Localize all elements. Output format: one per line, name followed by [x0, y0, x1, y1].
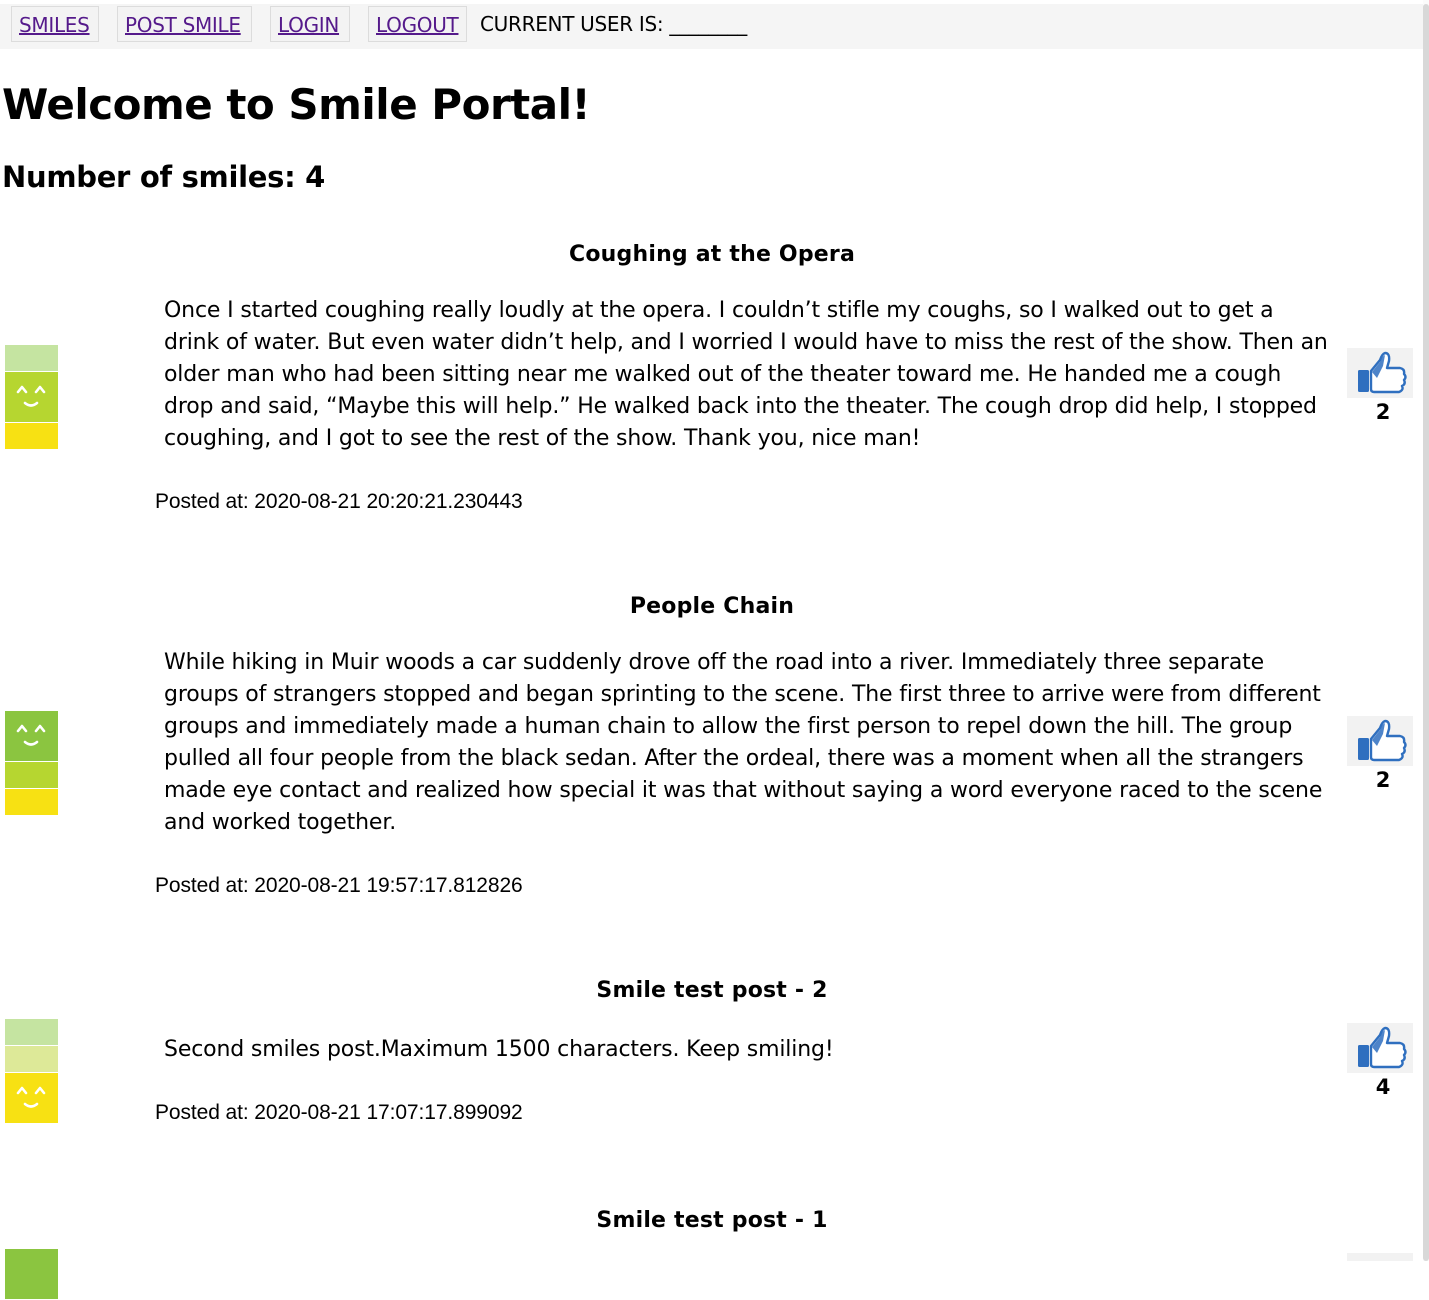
- mood-level-middle: [5, 1046, 58, 1072]
- vertical-scrollbar[interactable]: [1423, 0, 1429, 1261]
- like-button[interactable]: [1347, 1253, 1413, 1261]
- post-timestamp: Posted at: 2020-08-21 17:07:17.899092: [155, 1101, 523, 1124]
- mood-meter: [5, 345, 58, 450]
- nav-link-logout[interactable]: LOGOUT: [368, 6, 467, 42]
- like-widget: 4: [1347, 1023, 1413, 1099]
- scrollbar-thumb[interactable]: [1423, 4, 1429, 1261]
- like-button[interactable]: [1347, 716, 1413, 766]
- like-button[interactable]: [1347, 348, 1413, 398]
- mood-level-top: [5, 345, 58, 371]
- thumbs-up-icon: [1347, 348, 1413, 398]
- like-widget: [1347, 1253, 1413, 1261]
- like-count: 2: [1375, 768, 1391, 792]
- mood-level-top: [5, 711, 58, 761]
- nav-link-smiles[interactable]: SMILES: [11, 6, 99, 42]
- post-title: Smile test post - 2: [596, 978, 828, 1003]
- thumbs-up-icon: [1347, 716, 1413, 766]
- mood-level-bottom: [5, 789, 58, 815]
- thumbs-up-icon: [1347, 1023, 1413, 1073]
- post-title: Smile test post - 1: [596, 1208, 828, 1233]
- post-body: Second smiles post.Maximum 1500 characte…: [164, 1037, 834, 1062]
- mood-level-top: [5, 1249, 58, 1299]
- smiley-face-icon: [5, 372, 58, 422]
- page-title: Welcome to Smile Portal!: [2, 80, 591, 129]
- mood-meter: [5, 1019, 58, 1124]
- mood-level-bottom: [5, 1073, 58, 1123]
- post-body: Once I started coughing really loudly at…: [164, 298, 1328, 451]
- like-widget: 2: [1347, 348, 1413, 424]
- like-button[interactable]: [1347, 1023, 1413, 1073]
- smiles-count: Number of smiles: 4: [2, 160, 326, 194]
- mood-meter: [5, 1249, 58, 1300]
- nav-link-post-smile[interactable]: POST SMILE: [117, 6, 252, 42]
- post-title: People Chain: [629, 594, 795, 619]
- nav-link-login[interactable]: LOGIN: [270, 6, 350, 42]
- mood-level-top: [5, 1019, 58, 1045]
- mood-meter: [5, 711, 58, 816]
- post-timestamp: Posted at: 2020-08-21 20:20:21.230443: [155, 490, 523, 513]
- smiley-face-icon: [5, 1073, 58, 1123]
- mood-level-bottom: [5, 423, 58, 449]
- like-count: 2: [1375, 400, 1391, 424]
- mood-level-middle: [5, 762, 58, 788]
- mood-level-middle: [5, 372, 58, 422]
- post-timestamp: Posted at: 2020-08-21 19:57:17.812826: [155, 874, 523, 897]
- post-title: Coughing at the Opera: [569, 242, 855, 267]
- top-nav: SMILES POST SMILE LOGIN LOGOUT CURRENT U…: [0, 4, 1424, 49]
- like-count: 4: [1375, 1075, 1391, 1099]
- like-widget: 2: [1347, 716, 1413, 792]
- smiley-face-icon: [5, 711, 58, 761]
- current-user-label: CURRENT USER IS: ________: [480, 12, 747, 36]
- post-body: While hiking in Muir woods a car suddenl…: [164, 650, 1323, 835]
